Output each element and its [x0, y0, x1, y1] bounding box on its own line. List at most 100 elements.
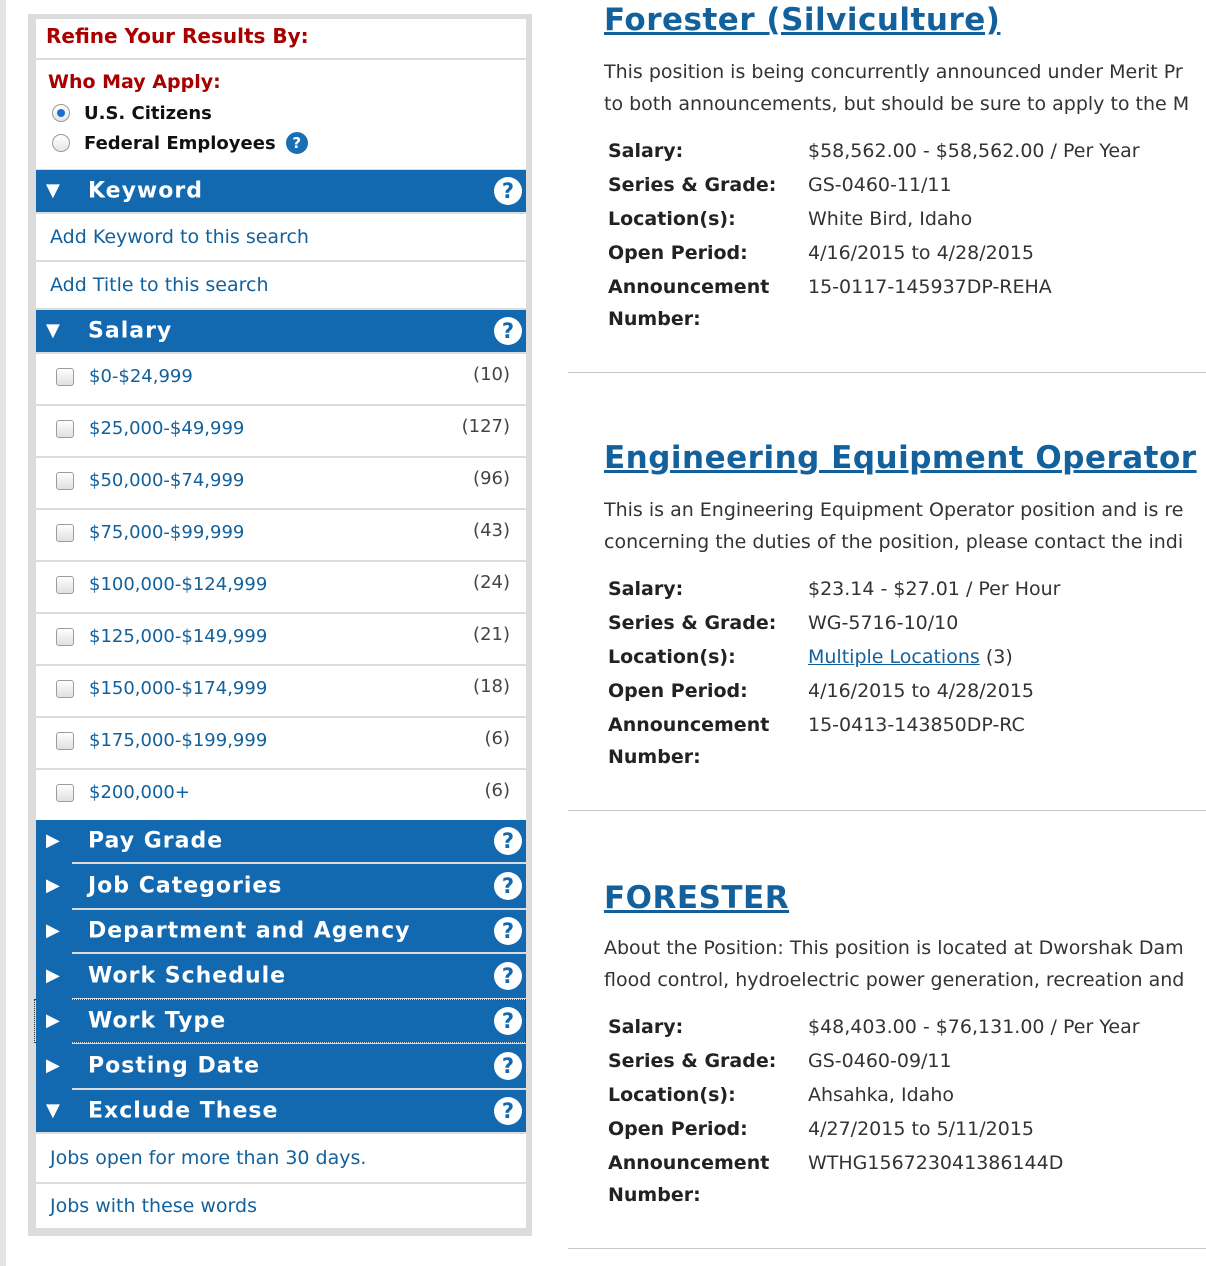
salary-filter-row[interactable]: $25,000-$49,999 (127)	[36, 406, 526, 456]
help-icon[interactable]: ?	[494, 872, 522, 900]
salary-range-link[interactable]: $125,000-$149,999	[89, 626, 267, 647]
salary-range-link[interactable]: $75,000-$99,999	[89, 522, 244, 543]
window-edge	[0, 0, 6, 1266]
pay-grade-section-header[interactable]: ▶ Pay Grade ?	[36, 820, 526, 862]
salary-filter-row[interactable]: $50,000-$74,999 (96)	[36, 458, 526, 508]
job-title-link[interactable]: Engineering Equipment Operator	[604, 440, 1197, 476]
checkbox[interactable]	[56, 680, 74, 698]
series-grade-value: GS-0460-11/11	[808, 174, 952, 196]
salary-range-link[interactable]: $25,000-$49,999	[89, 418, 244, 439]
result-count: (18)	[473, 676, 510, 697]
salary-filter-row[interactable]: $175,000-$199,999 (6)	[36, 718, 526, 768]
section-title: Keyword	[88, 178, 203, 204]
salary-value: $23.14 - $27.01 / Per Hour	[808, 578, 1061, 600]
divider	[36, 908, 72, 910]
number-label: Number:	[608, 746, 701, 768]
result-title-wrap: Forester (Silviculture)	[604, 2, 1206, 46]
number-label: Number:	[608, 1184, 701, 1206]
add-keyword-link[interactable]: Add Keyword to this search	[50, 226, 309, 248]
locations-label: Location(s):	[608, 208, 736, 230]
checkbox[interactable]	[56, 732, 74, 750]
work-schedule-section-header[interactable]: ▶ Work Schedule ?	[36, 954, 526, 998]
help-icon[interactable]: ?	[494, 177, 522, 205]
exclude-old-jobs-link[interactable]: Jobs open for more than 30 days.	[50, 1147, 366, 1169]
result-count: (96)	[473, 468, 510, 489]
help-icon[interactable]: ?	[285, 132, 308, 154]
salary-filter-row[interactable]: $150,000-$174,999 (18)	[36, 666, 526, 716]
open-period-value: 4/16/2015 to 4/28/2015	[808, 680, 1034, 702]
help-icon[interactable]: ?	[494, 962, 522, 990]
salary-filter-row[interactable]: $125,000-$149,999 (21)	[36, 614, 526, 664]
checkbox[interactable]	[56, 628, 74, 646]
multiple-locations-link[interactable]: Multiple Locations	[808, 646, 980, 668]
announcement-value: 15-0117-145937DP-REHA	[808, 276, 1052, 298]
salary-filter-row[interactable]: $0-$24,999 (10)	[36, 354, 526, 404]
checkbox[interactable]	[56, 420, 74, 438]
result-title-wrap: Engineering Equipment Operator	[604, 440, 1206, 484]
salary-filter-row[interactable]: $100,000-$124,999 (24)	[36, 562, 526, 612]
help-icon[interactable]: ?	[494, 1007, 522, 1035]
add-title-row: Add Title to this search	[36, 262, 526, 308]
salary-label: Salary:	[608, 140, 684, 162]
location-value: Multiple Locations (3)	[808, 646, 1013, 668]
series-grade-label: Series & Grade:	[608, 1050, 777, 1072]
salary-filter-row[interactable]: $200,000+ (6)	[36, 770, 526, 820]
salary-label: Salary:	[608, 1016, 684, 1038]
salary-section-header[interactable]: ▼ Salary ?	[36, 310, 526, 352]
salary-range-link[interactable]: $50,000-$74,999	[89, 470, 244, 491]
expand-arrow-icon: ▶	[46, 920, 60, 941]
job-title-link[interactable]: Forester (Silviculture)	[604, 2, 1000, 38]
expand-arrow-icon: ▶	[46, 1055, 60, 1076]
salary-range-link[interactable]: $200,000+	[89, 782, 190, 803]
announcement-label: Announcement	[608, 1152, 770, 1174]
expand-arrow-icon: ▶	[46, 1010, 60, 1031]
expand-arrow-icon: ▶	[46, 875, 60, 896]
keyword-section-header[interactable]: ▼ Keyword ?	[36, 170, 526, 212]
open-period-value: 4/16/2015 to 4/28/2015	[808, 242, 1034, 264]
exclude-words-link[interactable]: Jobs with these words	[50, 1195, 257, 1217]
location-count: (3)	[979, 646, 1013, 668]
help-icon[interactable]: ?	[494, 827, 522, 855]
result-divider	[568, 810, 1206, 811]
announcement-label: Announcement	[608, 276, 770, 298]
divider	[36, 862, 72, 864]
posting-date-section-header[interactable]: ▶ Posting Date ?	[36, 1044, 526, 1088]
help-icon[interactable]: ?	[494, 1097, 522, 1125]
help-icon[interactable]: ?	[494, 317, 522, 345]
exclude-these-section-header[interactable]: ▼ Exclude These ?	[36, 1090, 526, 1132]
salary-range-link[interactable]: $175,000-$199,999	[89, 730, 267, 751]
radio-us-citizens[interactable]: U.S. Citizens	[52, 101, 212, 125]
divider	[36, 952, 72, 954]
checkbox[interactable]	[56, 368, 74, 386]
job-title-link[interactable]: FORESTER	[604, 880, 789, 916]
result-count: (127)	[461, 416, 510, 437]
salary-label: Salary:	[608, 578, 684, 600]
salary-range-link[interactable]: $100,000-$124,999	[89, 574, 267, 595]
help-icon[interactable]: ?	[494, 917, 522, 945]
result-count: (21)	[473, 624, 510, 645]
salary-range-link[interactable]: $150,000-$174,999	[89, 678, 267, 699]
checkbox[interactable]	[56, 784, 74, 802]
radio-button[interactable]	[52, 134, 70, 152]
result-count: (6)	[484, 728, 511, 749]
salary-value: $48,403.00 - $76,131.00 / Per Year	[808, 1016, 1140, 1038]
result-count: (6)	[484, 780, 511, 801]
checkbox[interactable]	[56, 472, 74, 490]
work-type-section-header[interactable]: ▶ Work Type ?	[36, 1000, 526, 1042]
salary-range-link[interactable]: $0-$24,999	[89, 366, 193, 387]
open-period-value: 4/27/2015 to 5/11/2015	[808, 1118, 1034, 1140]
announcement-label: Announcement	[608, 714, 770, 736]
radio-federal-employees[interactable]: Federal Employees ?	[52, 131, 308, 155]
checkbox[interactable]	[56, 576, 74, 594]
divider	[36, 1042, 72, 1044]
checkbox[interactable]	[56, 524, 74, 542]
open-period-label: Open Period:	[608, 1118, 748, 1140]
add-title-link[interactable]: Add Title to this search	[50, 274, 269, 296]
radio-button-selected[interactable]	[52, 104, 70, 122]
radio-label: Federal Employees	[84, 132, 276, 154]
salary-filter-row[interactable]: $75,000-$99,999 (43)	[36, 510, 526, 560]
job-categories-section-header[interactable]: ▶ Job Categories ?	[36, 864, 526, 908]
help-icon[interactable]: ?	[494, 1052, 522, 1080]
result-description: This position is being concurrently anno…	[604, 56, 1206, 122]
department-agency-section-header[interactable]: ▶ Department and Agency ?	[36, 910, 526, 952]
